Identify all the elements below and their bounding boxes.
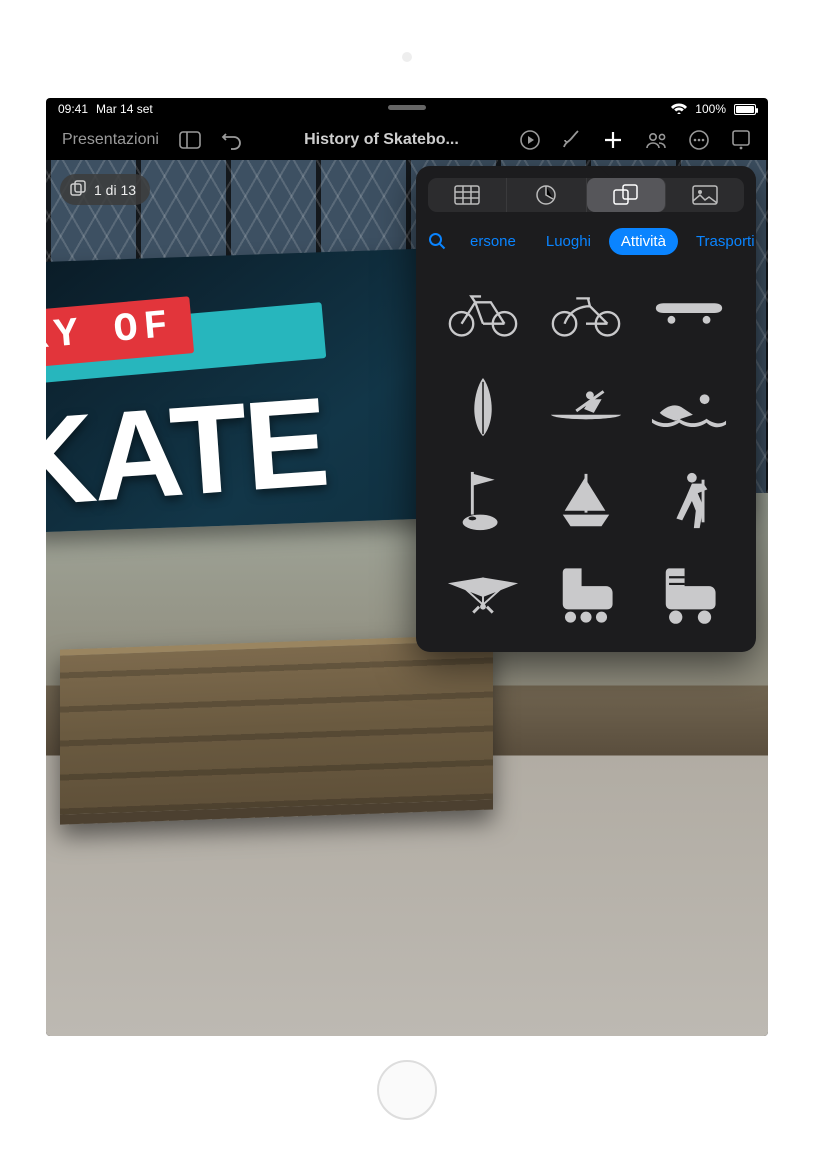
golf-flag-icon[interactable] <box>438 464 527 538</box>
cat-persone[interactable]: ersone <box>458 228 528 255</box>
insert-button[interactable] <box>592 120 634 160</box>
ipad-frame: 09:41 Mar 14 set 100% Presentazioni <box>0 0 814 1154</box>
slide-counter-pill[interactable]: 1 di 13 <box>60 174 150 205</box>
category-scroller[interactable]: ersone Luoghi Attività Trasporti Lavoro <box>416 224 756 258</box>
swimmer-icon[interactable] <box>645 370 734 444</box>
insert-popover: ersone Luoghi Attività Trasporti Lavoro <box>416 166 756 652</box>
status-date: Mar 14 set <box>96 102 153 116</box>
format-brush-button[interactable] <box>550 120 592 160</box>
skateboard-icon[interactable] <box>645 276 734 350</box>
more-button[interactable] <box>678 120 720 160</box>
wifi-icon <box>671 102 687 117</box>
hiker-icon[interactable] <box>645 464 734 538</box>
sailboat-icon[interactable] <box>541 464 630 538</box>
rowing-icon[interactable] <box>541 370 630 444</box>
shape-search-button[interactable] <box>428 232 452 250</box>
undo-button[interactable] <box>211 120 253 160</box>
seg-media[interactable] <box>666 178 744 212</box>
device-camera <box>402 52 412 62</box>
seg-tables[interactable] <box>428 178 507 212</box>
bicycle-icon[interactable] <box>438 276 527 350</box>
roller-skate-icon[interactable] <box>645 558 734 632</box>
seg-shapes[interactable] <box>587 178 666 212</box>
surfboard-icon[interactable] <box>438 370 527 444</box>
app-toolbar: Presentazioni History of Skatebo... <box>46 120 768 160</box>
slides-icon <box>70 180 86 199</box>
document-title[interactable]: History of Skatebo... <box>304 131 459 149</box>
status-time: 09:41 <box>58 102 88 116</box>
cat-luoghi[interactable]: Luoghi <box>534 228 603 255</box>
seg-charts[interactable] <box>507 178 586 212</box>
battery-icon <box>734 104 756 115</box>
hang-glider-icon[interactable] <box>438 558 527 632</box>
multitask-pill[interactable] <box>388 105 426 110</box>
wood-graphic <box>60 634 493 824</box>
home-button[interactable] <box>377 1060 437 1120</box>
play-button[interactable] <box>510 120 550 160</box>
shapes-grid <box>416 258 756 642</box>
back-label: Presentazioni <box>62 131 159 149</box>
presenter-notes-button[interactable] <box>720 120 762 160</box>
back-button[interactable]: Presentazioni <box>52 120 169 160</box>
collaborate-button[interactable] <box>634 120 678 160</box>
insert-type-segmented <box>428 178 744 212</box>
cruiser-bicycle-icon[interactable] <box>541 276 630 350</box>
screen: 09:41 Mar 14 set 100% Presentazioni <box>46 98 768 1036</box>
roller-blade-icon[interactable] <box>541 558 630 632</box>
battery-pct: 100% <box>695 102 726 116</box>
banner-title: KATE <box>46 369 331 536</box>
slide-counter-text: 1 di 13 <box>94 182 136 198</box>
cat-attivita[interactable]: Attività <box>609 228 678 255</box>
cat-trasporti[interactable]: Trasporti <box>684 228 756 255</box>
sidebar-toggle-button[interactable] <box>169 120 211 160</box>
